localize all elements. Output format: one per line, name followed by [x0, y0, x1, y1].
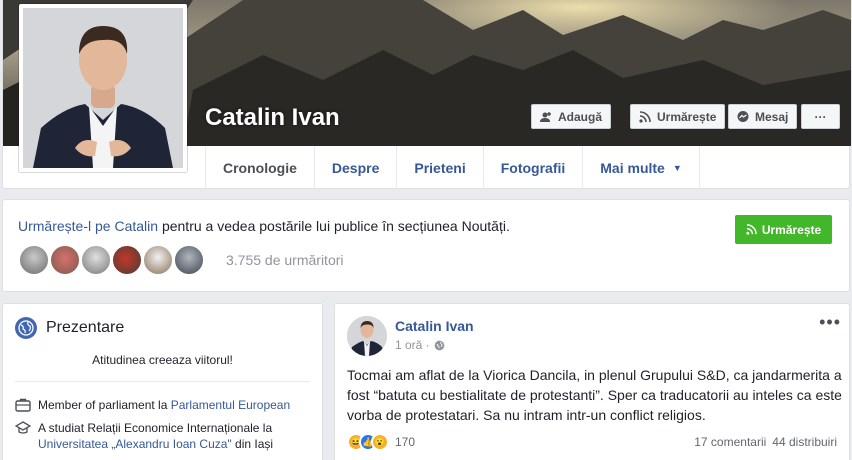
- avatar[interactable]: [18, 244, 50, 276]
- post: Catalin Ivan 1 oră · ••• Tocmai am aflat…: [334, 303, 850, 460]
- follow-link[interactable]: Urmărește-l pe Catalin: [18, 218, 158, 234]
- post-timestamp[interactable]: 1 oră ·: [395, 338, 430, 352]
- post-author-avatar[interactable]: [347, 316, 387, 356]
- profile-tabs: Cronologie Despre Prieteni Fotografii Ma…: [205, 146, 700, 189]
- add-friend-label: Adaugă: [558, 109, 603, 124]
- profile-photo: [23, 8, 183, 168]
- tab-label: Despre: [331, 159, 380, 176]
- comments-count[interactable]: 17 comentarii: [694, 435, 766, 449]
- avatar[interactable]: [49, 244, 81, 276]
- intro-bio: Atitudinea creeaza viitorul!: [92, 353, 233, 367]
- edu-suffix: din Iași: [231, 437, 274, 451]
- follower-count[interactable]: 3.755 de urmăritori: [226, 252, 344, 268]
- edu-link[interactable]: Universitatea „Alexandru Ioan Cuza": [38, 437, 232, 451]
- profile-picture[interactable]: [19, 4, 187, 172]
- tab-label: Cronologie: [223, 159, 297, 176]
- intro-card: Prezentare Atitudinea creeaza viitorul! …: [2, 303, 323, 460]
- globe-icon: [15, 317, 37, 339]
- post-stats: 17 comentarii 44 distribuiri: [694, 435, 837, 449]
- message-label: Mesaj: [755, 109, 789, 124]
- post-author-name[interactable]: Catalin Ivan: [395, 318, 474, 334]
- add-friend-button[interactable]: Adaugă: [531, 104, 612, 129]
- more-actions-button[interactable]: ···: [801, 104, 840, 129]
- messenger-icon: [737, 110, 749, 122]
- tab-label: Mai multe: [600, 159, 665, 176]
- follow-description: pentru a vedea postările lui publice în …: [158, 218, 510, 234]
- divider: [15, 381, 310, 382]
- post-text: Tocmai am aflat de la Viorica Dancila, i…: [347, 367, 842, 423]
- tab-photos[interactable]: Fotografii: [484, 146, 584, 189]
- graduation-cap-icon: [15, 421, 31, 434]
- tab-label: Fotografii: [500, 159, 566, 176]
- post-meta: 1 oră ·: [395, 338, 445, 352]
- rss-icon: [639, 110, 651, 123]
- tab-timeline[interactable]: Cronologie: [205, 146, 315, 189]
- work-link[interactable]: Parlamentul European: [171, 398, 290, 412]
- avatar[interactable]: [173, 244, 205, 276]
- edu-prefix: A studiat Relații Economice Internaționa…: [38, 421, 273, 435]
- intro-title: Prezentare: [46, 319, 125, 336]
- rss-icon: [746, 224, 757, 235]
- more-icon: ···: [814, 109, 827, 124]
- avatar[interactable]: [111, 244, 143, 276]
- follow-green-button[interactable]: Urmărește: [735, 215, 832, 244]
- profile-header: Catalin Ivan Adaugă Urmărește Mesaj ··· …: [2, 0, 851, 189]
- tab-friends[interactable]: Prieteni: [397, 146, 484, 189]
- tab-more[interactable]: Mai multe ▼: [583, 146, 700, 189]
- intro-work-row: Member of parliament la Parlamentul Euro…: [15, 397, 290, 413]
- tab-about[interactable]: Despre: [315, 146, 398, 189]
- add-friend-icon: [540, 111, 551, 122]
- follow-button[interactable]: Urmărește: [630, 104, 726, 129]
- avatar[interactable]: [80, 244, 112, 276]
- intro-education-row: A studiat Relații Economice Internaționa…: [15, 420, 305, 452]
- follow-prompt-text: Urmărește-l pe Catalin pentru a vedea po…: [18, 218, 510, 234]
- reactions-summary[interactable]: 😆 👍 😮 170: [347, 433, 415, 451]
- public-globe-icon[interactable]: [434, 340, 445, 351]
- intro-header: Prezentare: [15, 317, 124, 339]
- post-options-button[interactable]: •••: [819, 312, 841, 333]
- caret-down-icon: ▼: [672, 162, 682, 173]
- work-prefix: Member of parliament la: [38, 398, 171, 412]
- reactions-count: 170: [395, 435, 416, 449]
- profile-name[interactable]: Catalin Ivan: [205, 104, 340, 132]
- follower-avatars: [18, 244, 205, 276]
- message-button[interactable]: Mesaj: [728, 104, 798, 129]
- tab-label: Prieteni: [414, 159, 466, 176]
- avatar[interactable]: [142, 244, 174, 276]
- follow-green-label: Urmărește: [761, 222, 822, 237]
- wow-reaction-icon: 😮: [371, 433, 389, 451]
- follow-label: Urmărește: [657, 109, 717, 124]
- shares-count[interactable]: 44 distribuiri: [772, 435, 837, 449]
- follow-prompt: Urmărește-l pe Catalin pentru a vedea po…: [2, 199, 850, 292]
- briefcase-icon: [15, 398, 31, 412]
